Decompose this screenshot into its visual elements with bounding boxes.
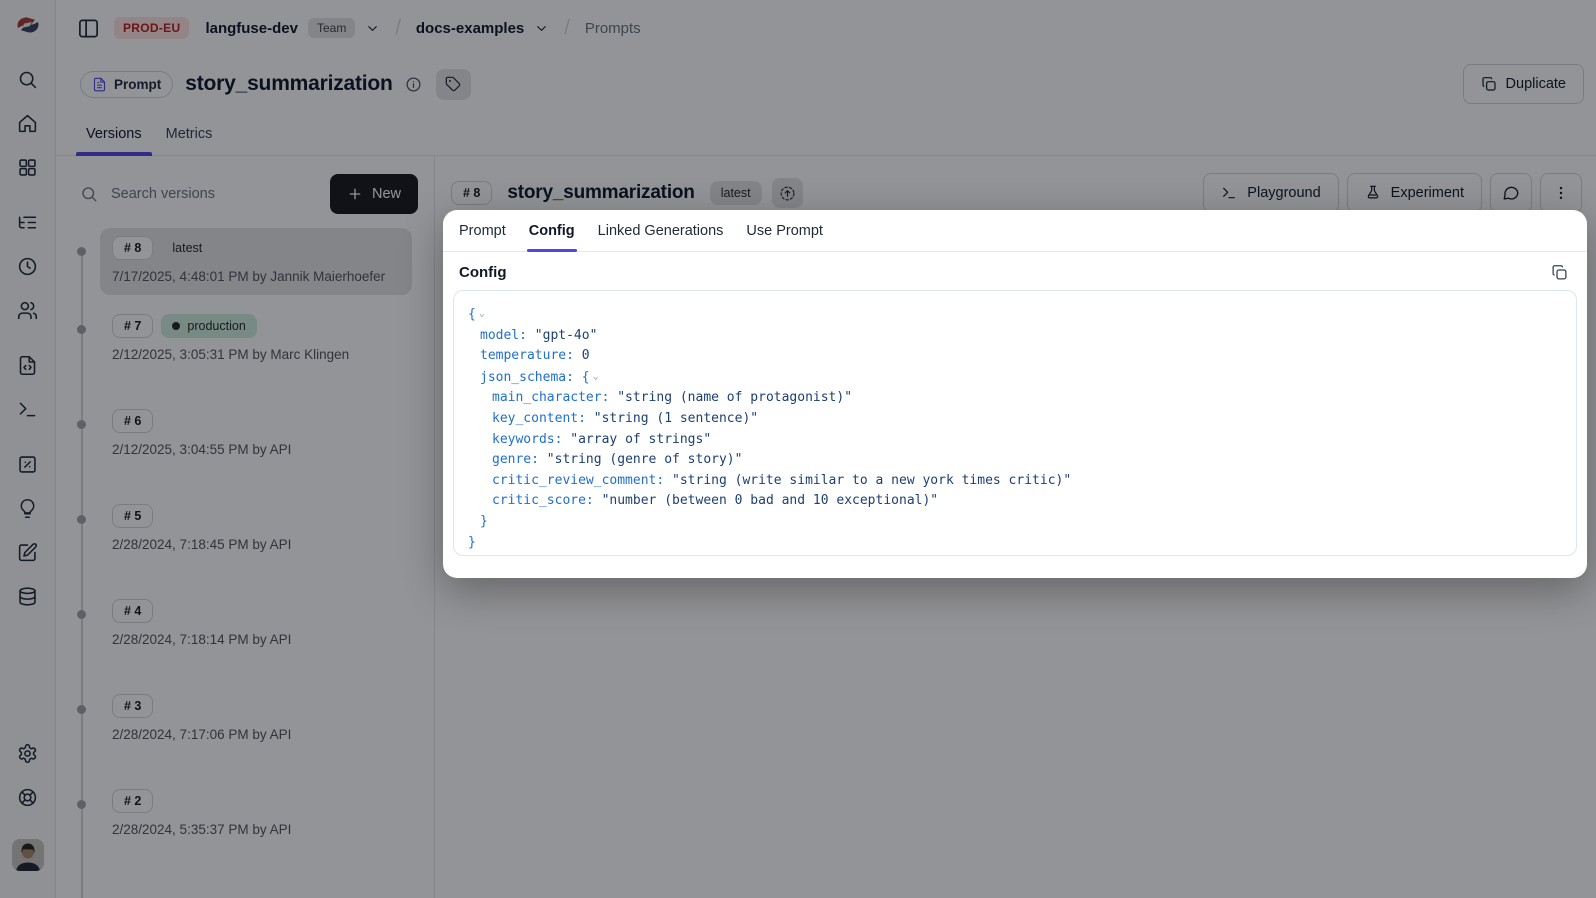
json-brace: } <box>480 514 488 529</box>
json-key: temperature: <box>480 348 582 363</box>
json-key: critic_score: <box>492 493 602 508</box>
config-json-line: json_schema: {⌄ <box>468 367 1562 389</box>
app-window: PROD-EU langfuse-dev Team / docs-example… <box>0 0 1596 898</box>
json-brace: { <box>582 370 590 385</box>
json-key: main_character: <box>492 390 617 405</box>
config-json-line: keywords: "array of strings" <box>468 430 1562 451</box>
config-json-line: } <box>468 512 1562 533</box>
json-value: "string (write similar to a new york tim… <box>672 473 1071 488</box>
json-value: "string (genre of story)" <box>547 452 743 467</box>
config-section-title: Config <box>459 264 506 281</box>
json-value: 0 <box>582 348 590 363</box>
json-value: "gpt-4o" <box>535 328 598 343</box>
json-value: "string (name of protagonist)" <box>617 390 852 405</box>
copy-icon <box>1551 264 1568 281</box>
json-key: key_content: <box>492 411 594 426</box>
json-value: "number (between 0 bad and 10 exceptiona… <box>602 493 939 508</box>
json-value: "array of strings" <box>570 432 711 447</box>
json-key: json_schema: <box>480 370 582 385</box>
config-json-line: key_content: "string (1 sentence)" <box>468 409 1562 430</box>
json-key: model: <box>480 328 535 343</box>
json-brace: { <box>468 307 476 322</box>
config-json-line: model: "gpt-4o" <box>468 326 1562 347</box>
card-tab-prompt[interactable]: Prompt <box>459 223 506 251</box>
config-json-line: genre: "string (genre of story)" <box>468 450 1562 471</box>
config-section-header: Config <box>443 252 1587 290</box>
card-tab-linked-generations[interactable]: Linked Generations <box>598 223 724 251</box>
card-tab-config[interactable]: Config <box>529 223 575 251</box>
config-json-line: {⌄ <box>468 304 1562 326</box>
prompt-detail-card: Prompt Config Linked Generations Use Prompt… <box>443 210 1587 578</box>
card-tab-use-prompt[interactable]: Use Prompt <box>746 223 823 251</box>
config-json-viewer[interactable]: {⌄model: "gpt-4o"temperature: 0json_sche… <box>453 290 1577 556</box>
config-json-line: critic_review_comment: "string (write si… <box>468 471 1562 492</box>
collapse-chevron-icon[interactable]: ⌄ <box>593 371 599 382</box>
json-key: critic_review_comment: <box>492 473 672 488</box>
config-json-line: temperature: 0 <box>468 346 1562 367</box>
config-json-line: } <box>468 533 1562 554</box>
collapse-chevron-icon[interactable]: ⌄ <box>479 308 485 319</box>
json-value: "string (1 sentence)" <box>594 411 758 426</box>
json-key: genre: <box>492 452 547 467</box>
json-brace: } <box>468 535 476 550</box>
json-key: keywords: <box>492 432 570 447</box>
prompt-card-tabs: Prompt Config Linked Generations Use Prompt <box>443 210 1587 252</box>
config-json-line: critic_score: "number (between 0 bad and… <box>468 491 1562 512</box>
config-json-line: main_character: "string (name of protago… <box>468 388 1562 409</box>
copy-config-button[interactable] <box>1551 264 1568 281</box>
